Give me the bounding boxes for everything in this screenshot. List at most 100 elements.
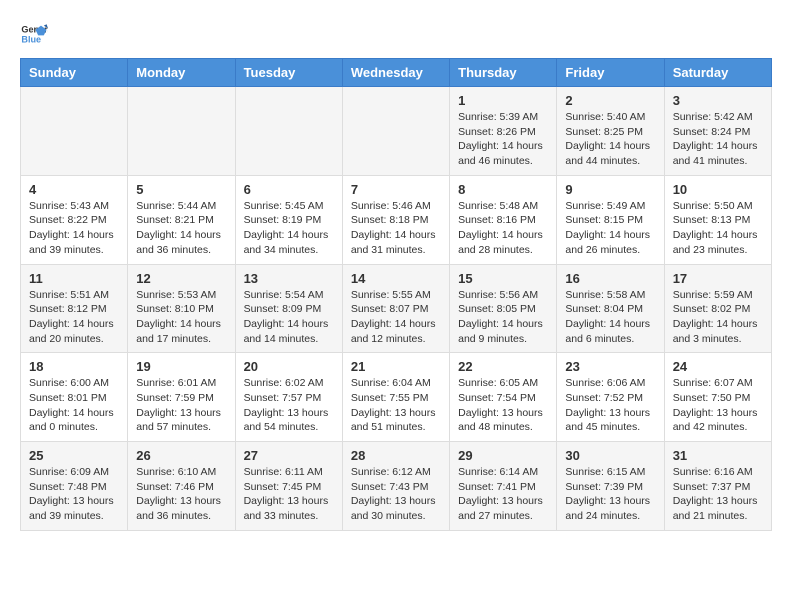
calendar-cell: 16Sunrise: 5:58 AM Sunset: 8:04 PM Dayli…: [557, 264, 664, 353]
day-info: Sunrise: 6:15 AM Sunset: 7:39 PM Dayligh…: [565, 465, 655, 524]
day-number: 18: [29, 359, 119, 374]
calendar-cell: 21Sunrise: 6:04 AM Sunset: 7:55 PM Dayli…: [342, 353, 449, 442]
day-number: 1: [458, 93, 548, 108]
day-info: Sunrise: 5:44 AM Sunset: 8:21 PM Dayligh…: [136, 199, 226, 258]
day-number: 3: [673, 93, 763, 108]
day-number: 2: [565, 93, 655, 108]
day-info: Sunrise: 5:50 AM Sunset: 8:13 PM Dayligh…: [673, 199, 763, 258]
calendar-cell: 30 Sunrise: 6:15 AM Sunset: 7:39 PM Dayli…: [557, 442, 664, 531]
calendar-cell: 3Sunrise: 5:42 AM Sunset: 8:24 PM Daylig…: [664, 87, 771, 176]
calendar-cell: 12 Sunrise: 5:53 AM Sunset: 8:10 PM Dayli…: [128, 264, 235, 353]
day-info: Sunrise: 6:00 AM Sunset: 8:01 PM Dayligh…: [29, 376, 119, 435]
calendar-cell: 23 Sunrise: 6:06 AM Sunset: 7:52 PM Dayli…: [557, 353, 664, 442]
day-info: Sunrise: 6:11 AM Sunset: 7:45 PM Dayligh…: [244, 465, 334, 524]
day-info: Sunrise: 5:45 AM Sunset: 8:19 PM Dayligh…: [244, 199, 334, 258]
day-number: 31: [673, 448, 763, 463]
calendar-cell: [235, 87, 342, 176]
calendar-cell: 17 Sunrise: 5:59 AM Sunset: 8:02 PM Dayli…: [664, 264, 771, 353]
page-header: General Blue: [20, 20, 772, 48]
calendar-cell: 26Sunrise: 6:10 AM Sunset: 7:46 PM Dayli…: [128, 442, 235, 531]
day-info: Sunrise: 6:12 AM Sunset: 7:43 PM Dayligh…: [351, 465, 441, 524]
day-info: Sunrise: 5:55 AM Sunset: 8:07 PM Dayligh…: [351, 288, 441, 347]
calendar-cell: 8 Sunrise: 5:48 AM Sunset: 8:16 PM Daylig…: [450, 175, 557, 264]
day-number: 26: [136, 448, 226, 463]
day-number: 5: [136, 182, 226, 197]
calendar-cell: 2 Sunrise: 5:40 AM Sunset: 8:25 PM Daylig…: [557, 87, 664, 176]
day-number: 12: [136, 271, 226, 286]
day-info: Sunrise: 5:58 AM Sunset: 8:04 PM Dayligh…: [565, 288, 655, 347]
day-number: 29: [458, 448, 548, 463]
calendar-week-4: 18 Sunrise: 6:00 AM Sunset: 8:01 PM Dayli…: [21, 353, 772, 442]
calendar-cell: 9 Sunrise: 5:49 AM Sunset: 8:15 PM Daylig…: [557, 175, 664, 264]
header-friday: Friday: [557, 59, 664, 87]
header-tuesday: Tuesday: [235, 59, 342, 87]
calendar-week-1: 1 Sunrise: 5:39 AM Sunset: 8:26 PM Daylig…: [21, 87, 772, 176]
calendar-cell: 1 Sunrise: 5:39 AM Sunset: 8:26 PM Daylig…: [450, 87, 557, 176]
calendar-cell: 25Sunrise: 6:09 AM Sunset: 7:48 PM Dayli…: [21, 442, 128, 531]
day-info: Sunrise: 5:59 AM Sunset: 8:02 PM Dayligh…: [673, 288, 763, 347]
day-number: 28: [351, 448, 441, 463]
day-number: 13: [244, 271, 334, 286]
day-info: Sunrise: 5:53 AM Sunset: 8:10 PM Dayligh…: [136, 288, 226, 347]
day-number: 22: [458, 359, 548, 374]
day-info: Sunrise: 6:06 AM Sunset: 7:52 PM Dayligh…: [565, 376, 655, 435]
day-number: 19: [136, 359, 226, 374]
calendar-cell: 29 Sunrise: 6:14 AM Sunset: 7:41 PM Dayli…: [450, 442, 557, 531]
calendar-cell: 14 Sunrise: 5:55 AM Sunset: 8:07 PM Dayli…: [342, 264, 449, 353]
calendar-cell: 15Sunrise: 5:56 AM Sunset: 8:05 PM Dayli…: [450, 264, 557, 353]
day-number: 27: [244, 448, 334, 463]
calendar-cell: 5 Sunrise: 5:44 AM Sunset: 8:21 PM Daylig…: [128, 175, 235, 264]
day-info: Sunrise: 6:02 AM Sunset: 7:57 PM Dayligh…: [244, 376, 334, 435]
calendar-cell: [342, 87, 449, 176]
calendar-cell: 20 Sunrise: 6:02 AM Sunset: 7:57 PM Dayli…: [235, 353, 342, 442]
day-info: Sunrise: 6:01 AM Sunset: 7:59 PM Dayligh…: [136, 376, 226, 435]
day-number: 7: [351, 182, 441, 197]
day-info: Sunrise: 6:14 AM Sunset: 7:41 PM Dayligh…: [458, 465, 548, 524]
calendar-cell: 10Sunrise: 5:50 AM Sunset: 8:13 PM Dayli…: [664, 175, 771, 264]
logo: General Blue: [20, 20, 52, 48]
calendar-cell: 22 Sunrise: 6:05 AM Sunset: 7:54 PM Dayli…: [450, 353, 557, 442]
day-info: Sunrise: 5:43 AM Sunset: 8:22 PM Dayligh…: [29, 199, 119, 258]
day-info: Sunrise: 5:49 AM Sunset: 8:15 PM Dayligh…: [565, 199, 655, 258]
day-info: Sunrise: 5:46 AM Sunset: 8:18 PM Dayligh…: [351, 199, 441, 258]
day-number: 25: [29, 448, 119, 463]
day-number: 30: [565, 448, 655, 463]
day-number: 14: [351, 271, 441, 286]
calendar-cell: 31 Sunrise: 6:16 AM Sunset: 7:37 PM Dayli…: [664, 442, 771, 531]
day-number: 23: [565, 359, 655, 374]
calendar-cell: 6Sunrise: 5:45 AM Sunset: 8:19 PM Daylig…: [235, 175, 342, 264]
day-number: 8: [458, 182, 548, 197]
calendar-week-2: 4 Sunrise: 5:43 AM Sunset: 8:22 PM Daylig…: [21, 175, 772, 264]
day-info: Sunrise: 6:16 AM Sunset: 7:37 PM Dayligh…: [673, 465, 763, 524]
header-thursday: Thursday: [450, 59, 557, 87]
calendar-cell: 7 Sunrise: 5:46 AM Sunset: 8:18 PM Daylig…: [342, 175, 449, 264]
svg-text:Blue: Blue: [21, 34, 41, 44]
header-sunday: Sunday: [21, 59, 128, 87]
calendar-table: Sunday Monday Tuesday Wednesday Thursday…: [20, 58, 772, 531]
header-saturday: Saturday: [664, 59, 771, 87]
calendar-cell: 4 Sunrise: 5:43 AM Sunset: 8:22 PM Daylig…: [21, 175, 128, 264]
calendar-cell: 28 Sunrise: 6:12 AM Sunset: 7:43 PM Dayli…: [342, 442, 449, 531]
day-info: Sunrise: 5:51 AM Sunset: 8:12 PM Dayligh…: [29, 288, 119, 347]
day-number: 4: [29, 182, 119, 197]
calendar-cell: 13 Sunrise: 5:54 AM Sunset: 8:09 PM Dayli…: [235, 264, 342, 353]
day-number: 24: [673, 359, 763, 374]
logo-icon: General Blue: [20, 20, 48, 48]
calendar-header-row: Sunday Monday Tuesday Wednesday Thursday…: [21, 59, 772, 87]
day-info: Sunrise: 5:54 AM Sunset: 8:09 PM Dayligh…: [244, 288, 334, 347]
calendar-week-3: 11Sunrise: 5:51 AM Sunset: 8:12 PM Dayli…: [21, 264, 772, 353]
day-info: Sunrise: 5:40 AM Sunset: 8:25 PM Dayligh…: [565, 110, 655, 169]
day-info: Sunrise: 5:39 AM Sunset: 8:26 PM Dayligh…: [458, 110, 548, 169]
calendar-cell: [21, 87, 128, 176]
day-number: 20: [244, 359, 334, 374]
day-number: 21: [351, 359, 441, 374]
day-info: Sunrise: 5:56 AM Sunset: 8:05 PM Dayligh…: [458, 288, 548, 347]
day-number: 9: [565, 182, 655, 197]
header-monday: Monday: [128, 59, 235, 87]
day-info: Sunrise: 5:48 AM Sunset: 8:16 PM Dayligh…: [458, 199, 548, 258]
day-info: Sunrise: 6:07 AM Sunset: 7:50 PM Dayligh…: [673, 376, 763, 435]
calendar-cell: 11Sunrise: 5:51 AM Sunset: 8:12 PM Dayli…: [21, 264, 128, 353]
day-info: Sunrise: 6:05 AM Sunset: 7:54 PM Dayligh…: [458, 376, 548, 435]
day-number: 17: [673, 271, 763, 286]
calendar-cell: [128, 87, 235, 176]
